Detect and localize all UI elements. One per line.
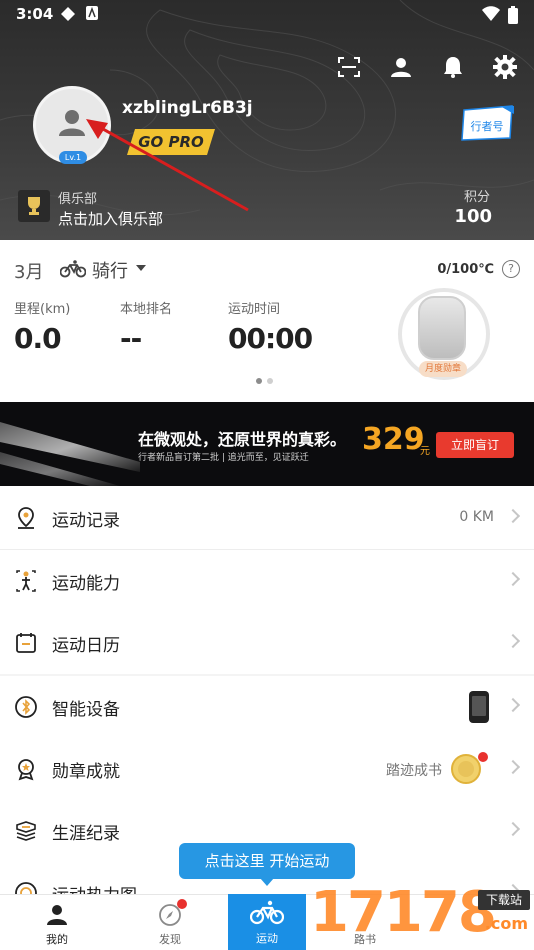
banner-price: 329 [362, 422, 425, 457]
chevron-right-icon [505, 759, 521, 775]
xingzhe-id-button[interactable]: 行者号 [458, 104, 516, 142]
calendar-icon [16, 633, 36, 653]
profile-icon [47, 905, 67, 925]
banner-subtitle: 行者新品盲订第二批 | 追光而至，见证跃迁 [138, 453, 309, 463]
page-dot [267, 378, 273, 384]
menu-item-activity-records[interactable]: 运动记录 0 KM [0, 487, 534, 549]
menu-item-label: 运动记录 [52, 511, 120, 531]
nav-item-discover[interactable]: 发现 [131, 895, 209, 950]
app-notification-icon [86, 6, 98, 20]
nav-label: 发现 [159, 933, 181, 946]
profile-header: 3:04 Lv.1 xzblingLr6B3j GO PRO 行者号 俱乐部 点… [0, 0, 534, 240]
chevron-right-icon [505, 508, 521, 524]
location-pin-icon [18, 507, 34, 529]
menu-item-label: 生涯纪录 [52, 824, 120, 844]
trophy-icon [18, 190, 50, 222]
points-value[interactable]: 100 [454, 206, 492, 227]
rank-label: 本地排名 [120, 302, 173, 317]
preorder-button[interactable]: 立即盲订 [436, 432, 514, 458]
monthly-stats-card: 3月 骑行 0/100℃ ? 里程(km) 0.0 本地排名 -- 运动时间 0… [0, 240, 534, 398]
menu-item-label: 运动能力 [52, 574, 120, 594]
menu-item-ability[interactable]: 运动能力 [0, 550, 534, 612]
distance-value: 0.0 [14, 322, 62, 355]
chevron-right-icon [505, 571, 521, 587]
status-bar: 3:04 [0, 0, 534, 30]
start-workout-tooltip[interactable]: 点击这里 开始运动 [179, 843, 355, 879]
scan-button[interactable] [334, 52, 364, 82]
user-icon [391, 58, 411, 77]
help-icon[interactable]: ? [502, 260, 520, 278]
annotation-arrow [86, 119, 249, 212]
medal-icon [18, 759, 34, 781]
nav-label: 我的 [46, 933, 68, 946]
banner-price-unit: 元 [420, 446, 430, 457]
chevron-right-icon [505, 633, 521, 649]
ability-icon [16, 570, 36, 592]
points-label: 积分 [463, 190, 490, 205]
banner-title: 在微观处，还原世界的真彩。 [138, 430, 347, 449]
watermark-domain: .com [484, 914, 528, 933]
discover-badge-dot [177, 899, 187, 909]
bluetooth-icon [15, 696, 37, 718]
nav-item-me[interactable]: 我的 [18, 895, 96, 950]
sport-type-selector[interactable]: 骑行 [92, 257, 128, 283]
page-dot [256, 378, 262, 384]
rank-value: -- [120, 322, 142, 355]
notification-icon [61, 7, 75, 21]
banner-sparkle-graphic [0, 422, 140, 486]
heatmap-icon [15, 882, 37, 894]
distance-label: 里程(km) [14, 302, 71, 317]
friends-button[interactable] [386, 52, 416, 82]
caret-down-icon[interactable] [136, 265, 146, 271]
chevron-right-icon [505, 697, 521, 713]
menu-item-calendar[interactable]: 运动日历 [0, 612, 534, 674]
monthly-medal-label: 月度勋章 [419, 361, 467, 377]
bicycle-icon [250, 900, 284, 925]
menu-item-label: 运动日历 [52, 636, 120, 656]
nav-item-workout[interactable]: 运动 [228, 894, 306, 950]
xingzhe-label: 行者号 [470, 120, 504, 133]
site-watermark: 17178 下载站 .com [310, 880, 534, 950]
medal-icon [418, 296, 466, 360]
bicycle-icon [60, 260, 86, 278]
bell-icon [444, 57, 462, 78]
month-selector[interactable]: 3月 [14, 258, 43, 284]
notifications-button[interactable] [438, 52, 468, 82]
watermark-number: 17178 [310, 880, 497, 945]
menu-item-label: 勋章成就 [52, 762, 120, 782]
page-indicator [256, 378, 273, 384]
nav-label: 运动 [256, 932, 278, 945]
time-label: 运动时间 [228, 302, 281, 317]
menu-item-devices[interactable]: 智能设备 [0, 676, 534, 738]
new-badge-dot [478, 752, 488, 762]
status-time: 3:04 [16, 5, 54, 23]
battery-icon [508, 6, 518, 24]
temperature-progress: 0/100℃ [437, 262, 494, 277]
latest-medal-name: 踏迹成书 [386, 763, 442, 779]
wifi-icon [482, 6, 500, 21]
watermark-tag: 下载站 [478, 890, 530, 910]
menu-item-medals[interactable]: 勋章成就 踏迹成书 [0, 738, 534, 800]
menu-item-label: 运动热力图 [52, 881, 137, 894]
header-actions [334, 52, 520, 82]
menu-item-label: 智能设备 [52, 700, 120, 720]
chevron-right-icon [505, 821, 521, 837]
promo-banner[interactable]: 在微观处，还原世界的真彩。 行者新品盲订第二批 | 追光而至，见证跃迁 329 … [0, 402, 534, 486]
scan-icon [338, 57, 360, 77]
gear-icon [493, 55, 517, 79]
time-value: 00:00 [228, 322, 313, 355]
bike-computer-icon [469, 691, 489, 723]
settings-button[interactable] [490, 52, 520, 82]
total-distance: 0 KM [459, 509, 494, 525]
tooltip-pointer [260, 878, 274, 886]
stack-icon [16, 821, 36, 841]
